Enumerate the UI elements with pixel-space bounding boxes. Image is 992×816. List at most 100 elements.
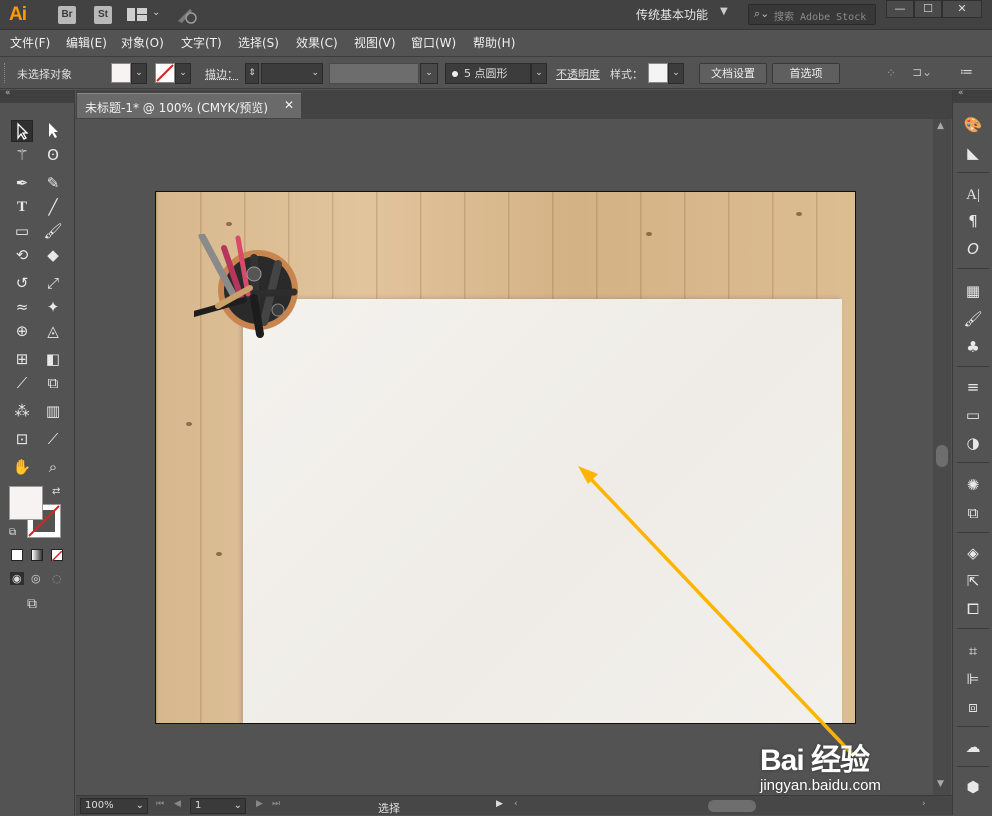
panel-menu-icon[interactable]: ≔ xyxy=(960,65,973,80)
gradient-tool-icon[interactable]: ◧ xyxy=(42,348,64,370)
character-panel-icon[interactable]: A| xyxy=(961,184,985,206)
selection-tool-icon[interactable] xyxy=(11,120,33,142)
transparency-panel-icon[interactable]: ◑ xyxy=(961,432,985,454)
gradient-mode-icon[interactable] xyxy=(31,549,43,561)
collapse-icon[interactable]: « xyxy=(5,88,11,98)
artboard-number-input[interactable]: 1 ⌄ xyxy=(190,798,246,814)
eraser-tool-icon[interactable]: ◆ xyxy=(42,244,64,266)
fill-swatch[interactable] xyxy=(111,63,131,83)
horizontal-scroll-thumb[interactable] xyxy=(708,800,756,812)
rectangle-tool-icon[interactable]: ▭ xyxy=(11,220,33,242)
transform-icon[interactable]: ⊐⌄ xyxy=(912,65,932,79)
graphic-style-swatch[interactable] xyxy=(648,63,668,83)
menu-view[interactable]: 视图(V) xyxy=(354,34,396,51)
eyedropper-tool-icon[interactable]: ⟋ xyxy=(11,372,33,394)
maximize-button[interactable]: ☐ xyxy=(914,0,942,18)
document-tab[interactable]: 未标题-1* @ 100% (CMYK/预览) ✕ xyxy=(77,93,301,118)
paragraph-panel-icon[interactable]: ¶ xyxy=(961,210,985,232)
dock-header[interactable]: « xyxy=(953,88,992,103)
last-artboard-icon[interactable]: ⏭ xyxy=(272,799,280,809)
layers-panel-icon[interactable]: ◈ xyxy=(961,542,985,564)
swap-colors-icon[interactable]: ⇄ xyxy=(52,486,60,497)
graphic-styles-panel-icon[interactable]: ⧉ xyxy=(961,502,985,524)
stock-search-input[interactable]: ⌕⌄ 搜索 Adobe Stock xyxy=(748,4,876,25)
opacity-label[interactable]: 不透明度 xyxy=(556,66,600,82)
symbols-panel-icon[interactable]: ♣ xyxy=(961,336,985,358)
menu-effect[interactable]: 效果(C) xyxy=(296,34,338,51)
libraries-panel-icon[interactable]: ☁ xyxy=(961,736,985,758)
curvature-tool-icon[interactable]: ✎ xyxy=(42,172,64,194)
document-setup-button[interactable]: 文档设置 xyxy=(699,63,767,84)
brush-dropdown[interactable]: ⌄ xyxy=(531,63,547,84)
zoom-tool-icon[interactable]: ⌕ xyxy=(42,456,64,478)
blend-tool-icon[interactable]: ⧉ xyxy=(42,372,64,394)
preferences-button[interactable]: 首选项 xyxy=(772,63,840,84)
scroll-down-icon[interactable]: ▼ xyxy=(937,779,944,789)
slice-tool-icon[interactable]: ⟋ xyxy=(42,428,64,450)
appearance-panel-icon[interactable]: ✺ xyxy=(961,474,985,496)
profile-dropdown[interactable]: ⌄ xyxy=(420,63,438,84)
rotate-tool-icon[interactable]: ↺ xyxy=(11,272,33,294)
scroll-up-icon[interactable]: ▲ xyxy=(937,121,944,131)
paintbrush-tool-icon[interactable]: 🖌 xyxy=(42,220,64,242)
line-tool-icon[interactable]: ╱ xyxy=(42,196,64,218)
draw-inside-icon[interactable]: ◌ xyxy=(52,572,62,585)
color-panel-icon[interactable]: 🎨 xyxy=(961,114,985,136)
stroke-panel-icon[interactable]: ≡ xyxy=(961,376,985,398)
menu-file[interactable]: 文件(F) xyxy=(10,34,50,51)
opentype-panel-icon[interactable]: O xyxy=(961,238,985,260)
hand-tool-icon[interactable]: ✋ xyxy=(11,456,33,478)
stock-button[interactable]: St xyxy=(94,6,112,24)
close-tab-icon[interactable]: ✕ xyxy=(284,98,294,112)
color-mode-icon[interactable] xyxy=(11,549,23,561)
column-graph-tool-icon[interactable]: ▥ xyxy=(42,400,64,422)
scroll-right-icon[interactable]: › xyxy=(922,799,926,809)
artboard-tool-icon[interactable]: ⊡ xyxy=(11,428,33,450)
close-button[interactable]: ✕ xyxy=(942,0,982,18)
tools-panel-header[interactable]: « xyxy=(0,88,75,103)
variable-width-profile[interactable] xyxy=(329,63,419,84)
menu-edit[interactable]: 编辑(E) xyxy=(66,34,107,51)
none-mode-icon[interactable] xyxy=(51,549,63,562)
brush-definition-dropdown[interactable]: 5 点圆形 xyxy=(445,63,531,84)
shape-builder-tool-icon[interactable]: ⊕ xyxy=(11,320,33,342)
chevron-down-icon[interactable]: ⌄ xyxy=(234,799,242,813)
menu-object[interactable]: 对象(O) xyxy=(121,34,164,51)
brushes-panel-icon[interactable]: 🖌 xyxy=(961,308,985,330)
workspace-switcher[interactable]: 传统基本功能 xyxy=(636,6,708,23)
status-menu-icon[interactable]: ▶ xyxy=(496,799,503,809)
stroke-weight-stepper[interactable]: ⇕ xyxy=(245,63,259,84)
menu-type[interactable]: 文字(T) xyxy=(181,34,222,51)
shaper-tool-icon[interactable]: ⟲ xyxy=(11,244,33,266)
chevron-down-icon[interactable]: ⌄ xyxy=(136,799,144,813)
direct-selection-tool-icon[interactable] xyxy=(42,120,64,142)
chevron-down-icon[interactable]: ⌄ xyxy=(152,7,160,18)
default-colors-icon[interactable]: ⧉ xyxy=(9,527,16,538)
artboards-panel-icon[interactable]: ⧠ xyxy=(961,598,985,620)
chevron-down-icon[interactable]: ▼ xyxy=(720,6,728,17)
color-guide-icon[interactable]: ◣ xyxy=(961,142,985,164)
bridge-button[interactable]: Br xyxy=(58,6,76,24)
pathfinder-panel-icon[interactable]: ⧈ xyxy=(961,696,985,718)
asset-export-panel-icon[interactable]: ⇱ xyxy=(961,570,985,592)
mesh-tool-icon[interactable]: ⊞ xyxy=(11,348,33,370)
puppet-warp-tool-icon[interactable]: ✦ xyxy=(42,296,64,318)
fill-color-front[interactable] xyxy=(9,486,43,520)
align-icon[interactable]: ⁘ xyxy=(886,66,896,80)
draw-normal-icon[interactable]: ◉ xyxy=(10,572,24,585)
menu-select[interactable]: 选择(S) xyxy=(238,34,279,51)
previous-artboard-icon[interactable]: ◀ xyxy=(174,799,181,809)
menu-help[interactable]: 帮助(H) xyxy=(473,34,515,51)
symbol-sprayer-tool-icon[interactable]: ⁂ xyxy=(11,400,33,422)
zoom-level-input[interactable]: 100% ⌄ xyxy=(80,798,148,814)
vertical-scroll-thumb[interactable] xyxy=(936,445,948,467)
minimize-button[interactable]: — xyxy=(886,0,914,18)
stroke-dropdown[interactable]: ⌄ xyxy=(175,63,191,84)
width-tool-icon[interactable]: ≈ xyxy=(11,296,33,318)
vertical-scrollbar[interactable]: ▲ ▼ xyxy=(933,119,951,795)
align-panel-icon[interactable]: ⊫ xyxy=(961,668,985,690)
magic-wand-tool-icon[interactable]: ⚚ xyxy=(11,144,33,166)
3d-panel-icon[interactable]: ⬢ xyxy=(961,776,985,798)
scale-tool-icon[interactable]: ⤢ xyxy=(42,272,64,294)
transform-panel-icon[interactable]: ⌗ xyxy=(961,640,985,662)
